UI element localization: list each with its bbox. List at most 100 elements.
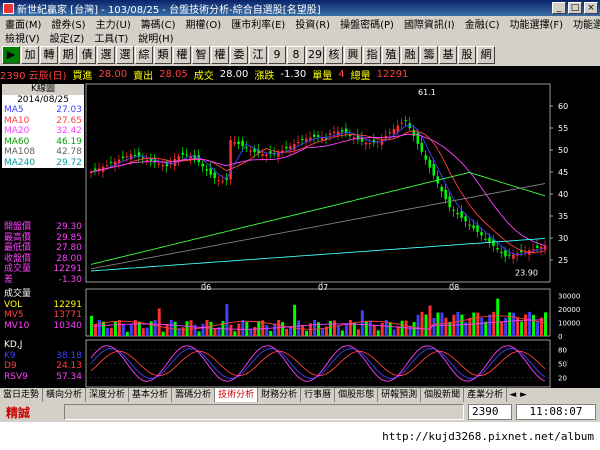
toolbar-button-16[interactable]: 29	[306, 46, 324, 64]
tab-scroll-left-icon[interactable]: ◄	[507, 390, 518, 400]
menu-item-settings[interactable]: 設定(Z)	[45, 30, 90, 45]
menu-item-password[interactable]: 操盤密碼(P)	[335, 16, 399, 31]
toolbar-button-25[interactable]: 網	[477, 46, 495, 64]
volume-bar	[448, 321, 452, 336]
tab-0[interactable]: 當日走勢	[0, 388, 44, 402]
toolbar-button-22[interactable]: 籌	[420, 46, 438, 64]
candle-body	[129, 154, 133, 160]
menu-item-finance[interactable]: 金融(C)	[460, 16, 505, 31]
candle-body	[500, 252, 503, 254]
candle-body	[249, 150, 252, 152]
volume-bar	[400, 320, 404, 336]
tab-1[interactable]: 橫向分析	[43, 388, 87, 402]
volume-bar	[213, 328, 217, 336]
broker-name: 精誠	[6, 405, 31, 420]
volume-bar	[289, 326, 293, 336]
volume-bar	[496, 298, 500, 336]
maximize-button[interactable]: □	[568, 2, 582, 14]
menu-item-securities[interactable]: 證券(S)	[46, 16, 90, 31]
tab-4[interactable]: 籌碼分析	[172, 388, 216, 402]
toolbar-button-21[interactable]: 融	[401, 46, 419, 64]
volume-bar	[185, 321, 189, 336]
menu-item-invest[interactable]: 投資(R)	[290, 16, 335, 31]
toolbar-button-9[interactable]: 權	[173, 46, 191, 64]
toolbar-button-3[interactable]: 期	[59, 46, 77, 64]
menu-item-help[interactable]: 說明(H)	[133, 30, 178, 45]
volume-bar	[356, 329, 360, 336]
candle-body	[388, 132, 392, 134]
candle-body	[213, 172, 216, 179]
toolbar-button-11[interactable]: 權	[211, 46, 229, 64]
technical-chart[interactable]: 60 55 50 45 40 35 30 25 06 07 08 61.1 23.90 30000 2000…	[0, 82, 600, 388]
tab-11[interactable]: 產業分析	[464, 388, 508, 402]
toolbar-button-8[interactable]: 類	[154, 46, 172, 64]
candle-body	[472, 225, 475, 229]
toolbar-button-24[interactable]: 股	[458, 46, 476, 64]
tab-7[interactable]: 行事曆	[301, 388, 336, 402]
candle-body	[428, 159, 432, 168]
app-icon	[3, 2, 14, 14]
tab-10[interactable]: 個股新聞	[421, 388, 465, 402]
menu-item-tools[interactable]: 工具(T)	[89, 30, 133, 45]
kline-info-panel: K線圖 2014/08/25 MA5 27.03 MA10 27.65 MA20 32…	[2, 84, 84, 168]
tab-6[interactable]: 財務分析	[258, 388, 302, 402]
toolbar-button-5[interactable]: 選	[97, 46, 115, 64]
menu-item-options[interactable]: 期權(O)	[181, 16, 227, 31]
toolbar-button-2[interactable]: 轉	[40, 46, 58, 64]
volume-bar	[161, 331, 165, 336]
candle-body	[456, 212, 459, 215]
close-button[interactable]: ×	[584, 2, 598, 14]
toolbar-button-14[interactable]: 9	[268, 46, 286, 64]
toolbar-button-12[interactable]: 委	[230, 46, 248, 64]
bid-label: 買進	[72, 70, 93, 82]
minimize-button[interactable]: _	[552, 2, 566, 14]
tab-5[interactable]: 技術分析	[215, 388, 259, 402]
kline-title[interactable]: K線圖	[2, 84, 84, 95]
toolbar-button-7[interactable]: 綜	[135, 46, 153, 64]
toolbar-button-23[interactable]: 基	[439, 46, 457, 64]
toolbar-button-4[interactable]: 債	[78, 46, 96, 64]
clock: 11:08:07	[516, 404, 596, 420]
candle-body	[432, 164, 435, 176]
tab-8[interactable]: 個股形態	[335, 388, 379, 402]
candle-body	[165, 162, 169, 167]
volume-panel-title[interactable]: 成交量	[2, 289, 84, 300]
toolbar-button-10[interactable]: 智	[192, 46, 210, 64]
price-tick-label: 30	[558, 234, 568, 243]
menu-item-fx[interactable]: 匯市利率(E)	[226, 16, 290, 31]
menu-item-function-a[interactable]: 功能選擇(F)	[505, 16, 569, 31]
stock-code-input[interactable]: 2390	[468, 404, 512, 420]
tab-9[interactable]: 研報預測	[378, 388, 422, 402]
ma10-row: MA10 27.65	[4, 115, 82, 126]
volume-bar	[113, 321, 117, 336]
menu-item-function-b[interactable]: 功能選擇(F)	[568, 16, 600, 31]
tab-scroll-right-icon[interactable]: ►	[518, 390, 529, 400]
ma60-line	[90, 171, 546, 265]
toolbar-button-1[interactable]: 加	[21, 46, 39, 64]
toolbar-button-18[interactable]: 興	[344, 46, 362, 64]
toolbar-button-6[interactable]: 選	[116, 46, 134, 64]
kd-panel-title[interactable]: KD,J	[2, 340, 84, 351]
candle-body	[237, 141, 240, 145]
toolbar-button-19[interactable]: 指	[363, 46, 381, 64]
tab-3[interactable]: 基本分析	[129, 388, 173, 402]
toolbar-button-15[interactable]: 8	[287, 46, 305, 64]
tab-2[interactable]: 深度分析	[86, 388, 130, 402]
toolbar-button-17[interactable]: 核	[325, 46, 343, 64]
menu-item-intl[interactable]: 國際資訊(I)	[399, 16, 460, 31]
volume-row: 成交量 12291	[4, 264, 82, 274]
volume-bar	[145, 327, 149, 336]
menu-item-major[interactable]: 主力(U)	[91, 16, 136, 31]
toolbar-button-13[interactable]: 江	[249, 46, 267, 64]
menu-item-screen[interactable]: 畫面(M)	[0, 16, 46, 31]
date-tick-label: 06	[201, 283, 211, 292]
toolbar-button-0[interactable]: ▶	[2, 46, 20, 64]
price-tick-label: 45	[558, 168, 568, 177]
candle-body	[181, 152, 185, 155]
menu-item-view[interactable]: 檢視(V)	[0, 30, 45, 45]
menu-item-chips[interactable]: 籌碼(C)	[136, 16, 181, 31]
volume-bar	[301, 325, 305, 336]
volume-bar	[480, 317, 484, 336]
toolbar-button-20[interactable]: 殖	[382, 46, 400, 64]
volume-bar	[157, 308, 161, 336]
